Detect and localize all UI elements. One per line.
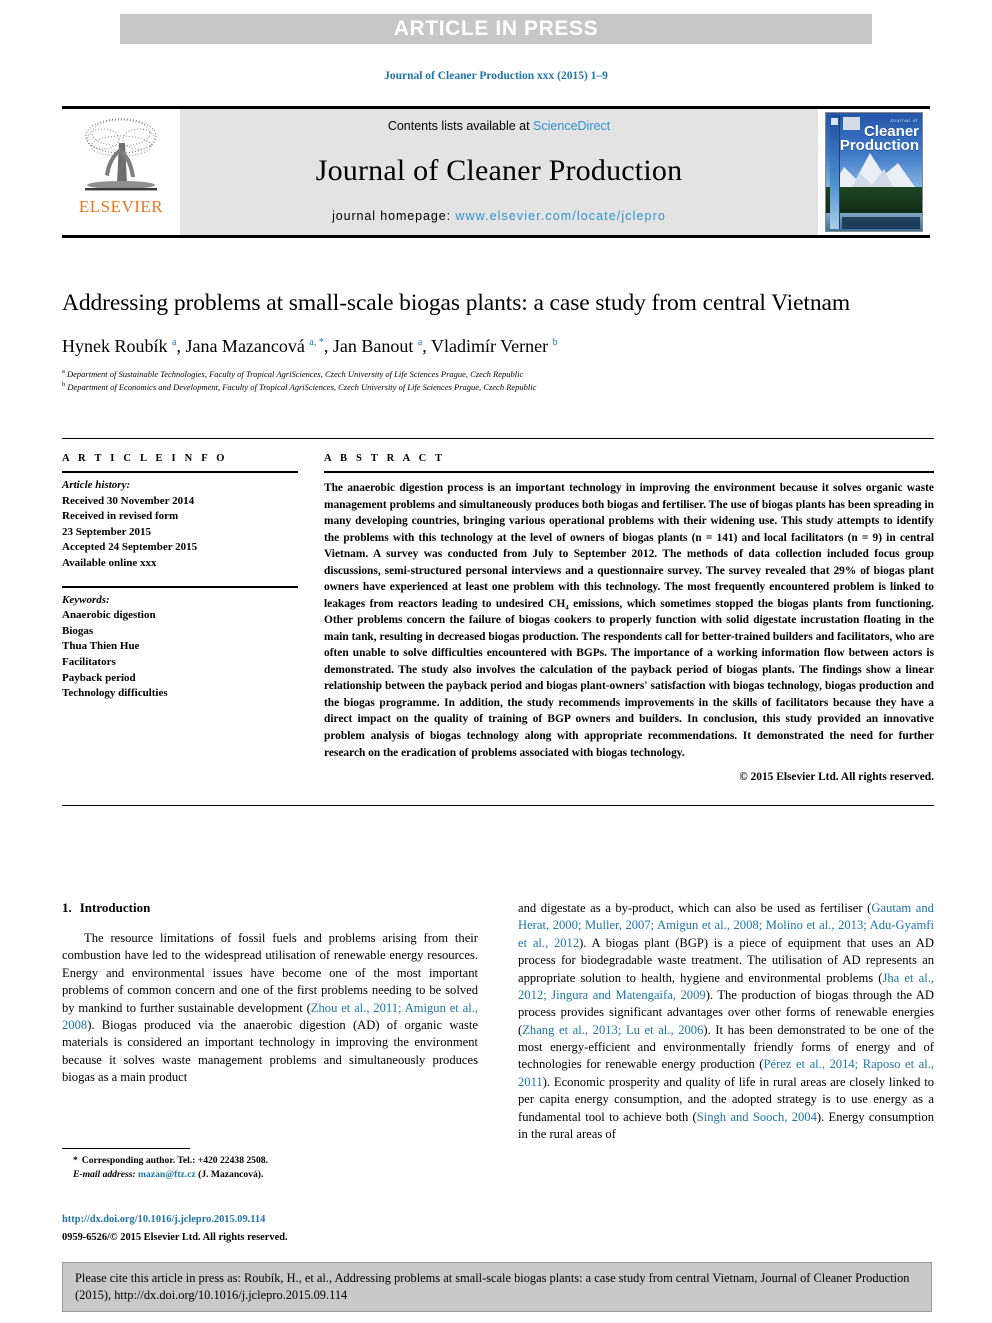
section-number: 1.: [62, 900, 72, 915]
cover-title-line2: Production: [839, 137, 919, 155]
article-history-group: Article history: Received 30 November 20…: [62, 473, 298, 572]
history-item: Received 30 November 2014: [62, 494, 195, 507]
article-history-label: Article history:: [62, 479, 131, 491]
cover-spine: [830, 115, 840, 229]
cover-title: Cleaner Production: [839, 124, 919, 155]
introduction-paragraph-left: The resource limitations of fossil fuels…: [62, 931, 478, 1084]
keyword-item: Anaerobic digestion: [62, 609, 156, 622]
affiliation-a: a Department of Sustainable Technologies…: [62, 367, 524, 379]
paper-page: ARTICLE IN PRESS Journal of Cleaner Prod…: [0, 0, 992, 1323]
masthead-center: Contents lists available at ScienceDirec…: [180, 109, 818, 235]
footnote-rule: [62, 1148, 190, 1149]
info-abstract-bottom-rule: [62, 805, 934, 807]
abstract-column: A B S T R A C T The anaerobic digestion …: [324, 453, 934, 783]
affiliations: a Department of Sustainable Technologies…: [62, 367, 934, 393]
journal-homepage-link[interactable]: www.elsevier.com/locate/jclepro: [455, 209, 666, 223]
cite-this-article-text: Please cite this article in press as: Ro…: [75, 1271, 910, 1302]
page-title: Addressing problems at small-scale bioga…: [62, 290, 850, 316]
keyword-item: Thua Thien Hue: [62, 640, 140, 653]
title-block: Addressing problems at small-scale bioga…: [62, 288, 934, 393]
keywords-group: Keywords: Anaerobic digestion Biogas Thu…: [62, 588, 298, 702]
section-title: Introduction: [79, 900, 151, 915]
elsevier-wordmark: ELSEVIER: [78, 197, 164, 216]
affiliation-b-text: Department of Economics and Development,…: [67, 381, 537, 392]
history-item: Available online xxx: [62, 557, 157, 570]
contents-lists-line: Contents lists available at ScienceDirec…: [388, 119, 610, 133]
homepage-prefix: journal homepage:: [332, 209, 456, 223]
introduction-paragraph-right: and digestate as a by-product, which can…: [518, 901, 934, 1141]
keyword-item: Biogas: [62, 624, 94, 637]
abstract-copyright: © 2015 Elsevier Ltd. All rights reserved…: [739, 771, 934, 784]
history-item: Received in revised form: [62, 510, 179, 523]
sciencedirect-link[interactable]: ScienceDirect: [533, 119, 610, 133]
journal-homepage-line: journal homepage: www.elsevier.com/locat…: [332, 209, 666, 223]
cover-spine-box: [831, 118, 838, 125]
keyword-item: Payback period: [62, 671, 136, 684]
cover-forest-graphic: [826, 187, 922, 215]
affiliation-a-text: Department of Sustainable Technologies, …: [67, 368, 524, 379]
issn-copyright-line: 0959-6526/© 2015 Elsevier Ltd. All right…: [62, 1232, 288, 1244]
journal-cover-thumbnail: Journal of Cleaner Production: [818, 109, 930, 235]
body-columns: 1. Introduction The resource limitations …: [62, 900, 934, 1143]
elsevier-tree-icon: [85, 118, 157, 191]
corresponding-author-marker: *: [73, 1155, 78, 1166]
keyword-item: Technology difficulties: [62, 687, 168, 700]
article-in-press-banner: ARTICLE IN PRESS: [120, 14, 872, 44]
contents-prefix: Contents lists available at: [387, 119, 534, 133]
article-info-column: A R T I C L E I N F O Article history: R…: [62, 453, 298, 783]
history-item: 23 September 2015: [62, 525, 152, 538]
journal-running-head: Journal of Cleaner Production xxx (2015)…: [384, 70, 608, 82]
abstract-text: The anaerobic digestion process is an im…: [324, 482, 934, 759]
doi-link[interactable]: http://dx.doi.org/10.1016/j.jclepro.2015…: [62, 1212, 492, 1227]
email-label: E-mail address:: [73, 1169, 136, 1181]
cover-footer-band: [842, 217, 920, 229]
info-abstract-section: A R T I C L E I N F O Article history: R…: [62, 438, 934, 807]
article-in-press-label: ARTICLE IN PRESS: [393, 17, 599, 40]
article-info-heading: A R T I C L E I N F O: [62, 453, 228, 464]
email-note: E-mail address: mazan@ftz.cz (J. Mazanco…: [62, 1168, 478, 1182]
body-right-column: and digestate as a by-product, which can…: [518, 900, 934, 1143]
journal-cover-image: Journal of Cleaner Production: [825, 112, 923, 232]
email-link[interactable]: mazan@ftz.cz: [138, 1169, 196, 1180]
journal-masthead: ELSEVIER Contents lists available at Sci…: [62, 106, 930, 238]
cite-this-article-box: Please cite this article in press as: Ro…: [62, 1262, 932, 1312]
elsevier-logo: ELSEVIER: [62, 109, 180, 235]
keywords-label: Keywords:: [62, 593, 110, 606]
footnote-block: * Corresponding author. Tel.: +420 22438 …: [62, 1148, 478, 1183]
abstract-heading: A B S T R A C T: [324, 453, 446, 464]
history-item: Accepted 24 September 2015: [62, 541, 198, 554]
body-left-column: 1. Introduction The resource limitations …: [62, 900, 478, 1143]
section-heading-introduction: 1. Introduction: [62, 900, 478, 916]
doi-block: http://dx.doi.org/10.1016/j.jclepro.2015…: [62, 1212, 492, 1245]
keyword-item: Facilitators: [62, 656, 116, 669]
corresponding-author-text: Corresponding author. Tel.: +420 22438 2…: [81, 1155, 268, 1166]
email-owner: (J. Mazancová).: [198, 1169, 264, 1181]
affiliation-b: b Department of Economics and Developmen…: [62, 380, 537, 392]
corresponding-author-note: * Corresponding author. Tel.: +420 22438 …: [62, 1154, 478, 1168]
journal-title: Journal of Cleaner Production: [315, 154, 683, 187]
author-list: Hynek Roubík a, Jana Mazancová a, *, Jan…: [62, 336, 558, 357]
